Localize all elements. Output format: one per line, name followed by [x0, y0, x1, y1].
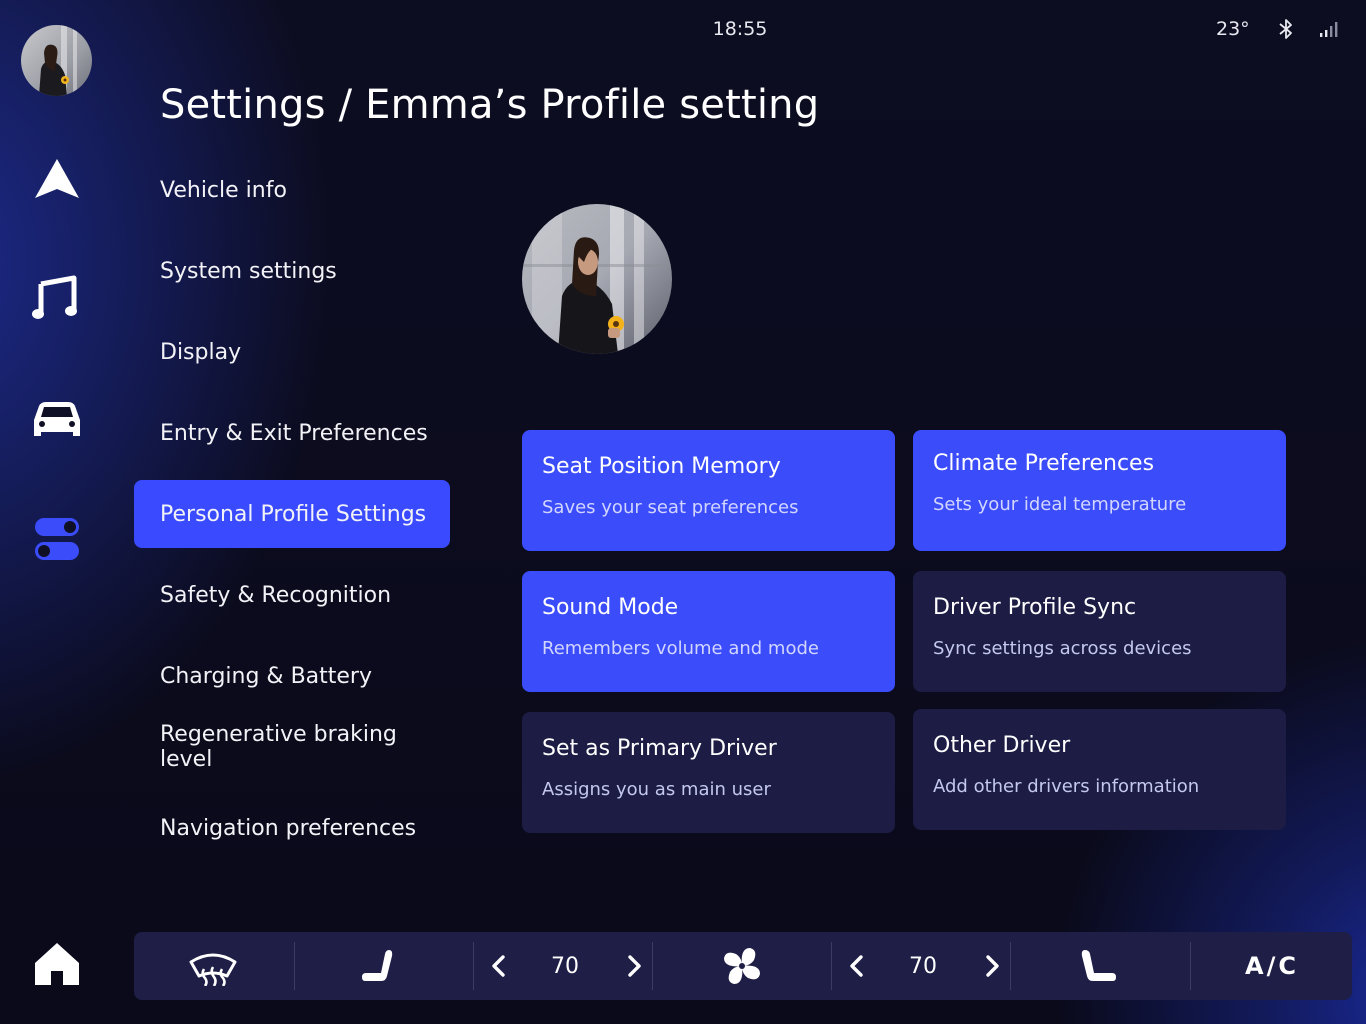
navigation-icon[interactable]: [30, 153, 84, 207]
home-icon[interactable]: [33, 941, 81, 987]
card-subtitle: Sync settings across devices: [933, 638, 1192, 659]
passenger-seat-icon: [1081, 950, 1116, 981]
bluetooth-icon[interactable]: [1277, 18, 1295, 40]
card-subtitle: Sets your ideal temperature: [933, 494, 1187, 515]
left-temp-decrease-button[interactable]: [479, 932, 519, 1000]
card-sound-mode[interactable]: Sound Mode Remembers volume and mode: [522, 571, 895, 692]
divider: [1010, 942, 1011, 990]
car-icon[interactable]: [30, 392, 84, 446]
climate-control-bar: 70 70 A/C: [134, 932, 1352, 1000]
left-temp-increase-button[interactable]: [614, 932, 654, 1000]
card-title: Seat Position Memory: [542, 454, 781, 479]
signal-icon: [1318, 20, 1342, 38]
left-temperature-value: 70: [551, 953, 579, 979]
right-temp-increase-button[interactable]: [972, 932, 1012, 1000]
card-set-primary-driver[interactable]: Set as Primary Driver Assigns you as mai…: [522, 712, 895, 833]
card-other-driver[interactable]: Other Driver Add other drivers informati…: [913, 709, 1286, 830]
clock: 18:55: [712, 18, 768, 40]
page-title: Settings / Emma’s Profile setting: [160, 82, 820, 128]
menu-item-navigation-preferences[interactable]: Navigation preferences: [134, 794, 450, 862]
chevron-left-icon: [492, 955, 505, 977]
menu-item-personal-profile[interactable]: Personal Profile Settings: [134, 480, 450, 548]
card-subtitle: Assigns you as main user: [542, 779, 771, 800]
card-title: Set as Primary Driver: [542, 736, 777, 761]
menu-item-safety-recognition[interactable]: Safety & Recognition: [134, 561, 450, 629]
driver-seat-heat-button[interactable]: [324, 932, 434, 1000]
menu-item-vehicle-info[interactable]: Vehicle info: [134, 156, 450, 224]
rear-defrost-button[interactable]: [154, 932, 272, 1000]
card-title: Sound Mode: [542, 595, 679, 620]
divider: [473, 942, 474, 990]
ac-button[interactable]: A/C: [1214, 932, 1330, 1000]
right-temperature-value: 70: [909, 953, 937, 979]
menu-item-display[interactable]: Display: [134, 318, 450, 386]
card-subtitle: Saves your seat preferences: [542, 497, 799, 518]
menu-item-system-settings[interactable]: System settings: [134, 237, 450, 305]
card-subtitle: Remembers volume and mode: [542, 638, 819, 659]
chevron-right-icon: [986, 955, 999, 977]
card-subtitle: Add other drivers information: [933, 776, 1200, 797]
settings-toggle-icon[interactable]: [30, 513, 84, 567]
menu-item-regenerative-braking[interactable]: Regenerative braking level: [134, 713, 450, 781]
divider: [294, 942, 295, 990]
card-seat-position-memory[interactable]: Seat Position Memory Saves your seat pre…: [522, 430, 895, 551]
driver-seat-icon: [362, 950, 393, 981]
card-title: Other Driver: [933, 733, 1071, 758]
chevron-left-icon: [850, 955, 863, 977]
card-driver-profile-sync[interactable]: Driver Profile Sync Sync settings across…: [913, 571, 1286, 692]
rear-defrost-icon: [189, 953, 237, 986]
card-title: Driver Profile Sync: [933, 595, 1137, 620]
fan-button[interactable]: [684, 932, 800, 1000]
music-icon[interactable]: [30, 272, 84, 326]
passenger-seat-heat-button[interactable]: [1044, 932, 1154, 1000]
card-title: Climate Preferences: [933, 451, 1155, 476]
right-temp-decrease-button[interactable]: [837, 932, 877, 1000]
menu-item-charging-battery[interactable]: Charging & Battery: [134, 642, 450, 710]
menu-item-entry-exit[interactable]: Entry & Exit Preferences: [134, 399, 450, 467]
fan-icon: [724, 948, 760, 984]
divider: [1190, 942, 1191, 990]
outside-temperature: 23°: [1216, 18, 1250, 40]
chevron-right-icon: [628, 955, 641, 977]
divider: [831, 942, 832, 990]
profile-photo[interactable]: [522, 204, 672, 354]
divider: [652, 942, 653, 990]
card-climate-preferences[interactable]: Climate Preferences Sets your ideal temp…: [913, 430, 1286, 551]
profile-avatar[interactable]: [21, 25, 92, 96]
